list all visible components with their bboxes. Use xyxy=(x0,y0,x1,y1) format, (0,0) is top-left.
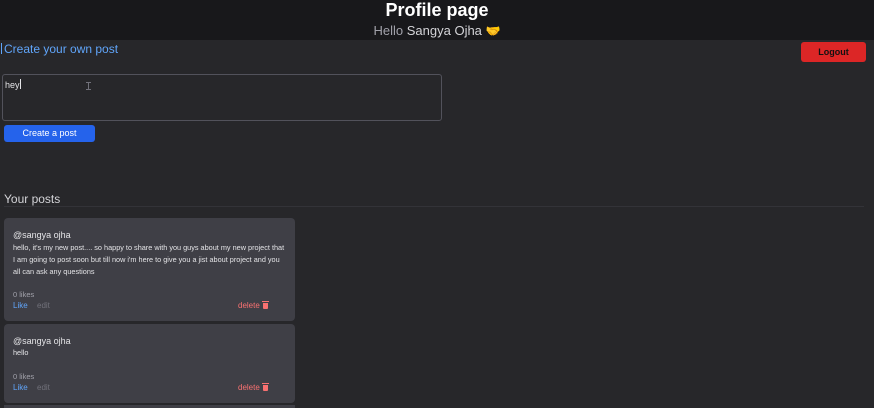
post-author: @sangya ojha xyxy=(13,336,71,346)
post-content-textarea[interactable]: hey xyxy=(2,74,442,121)
create-post-button[interactable]: Create a post xyxy=(4,125,95,142)
logout-button[interactable]: Logout xyxy=(801,42,866,62)
trash-icon xyxy=(261,301,269,309)
text-caret-icon xyxy=(19,79,21,89)
edit-link[interactable]: edit xyxy=(37,301,50,311)
post-card: @sangya ojha hello 0 likes Like edit del… xyxy=(4,324,295,403)
textarea-value: hey xyxy=(5,79,21,91)
textarea-value-text: hey xyxy=(5,80,20,90)
delete-label: delete xyxy=(238,383,260,392)
trash-icon xyxy=(261,383,269,391)
post-author: @sangya ojha xyxy=(13,230,71,240)
post-likes-count: 0 likes xyxy=(13,372,35,381)
greeting: Hello Sangya Ojha 🤝 xyxy=(0,23,874,39)
create-post-heading-text: Create your own post xyxy=(4,42,119,56)
section-divider xyxy=(4,206,864,207)
page-title: Profile page xyxy=(385,0,489,20)
your-posts-heading: Your posts xyxy=(4,192,61,206)
post-content: hello, it's my new post.... so happy to … xyxy=(13,243,285,276)
cursor-bar-icon xyxy=(1,43,2,54)
create-post-heading: Create your own post xyxy=(1,42,118,56)
i-beam-cursor-icon xyxy=(86,82,91,90)
user-name: Sangya Ojha xyxy=(406,23,482,38)
like-link[interactable]: Like xyxy=(13,301,28,311)
page-header: Profile page Hello Sangya Ojha 🤝 xyxy=(0,0,874,40)
post-likes-count: 0 likes xyxy=(13,290,35,299)
delete-label: delete xyxy=(238,301,260,310)
delete-button[interactable]: delete xyxy=(238,383,269,393)
post-content: hello xyxy=(13,348,29,357)
handshake-icon: 🤝 xyxy=(485,24,501,38)
delete-button[interactable]: delete xyxy=(238,301,269,311)
greeting-prefix: Hello xyxy=(373,23,404,38)
edit-link[interactable]: edit xyxy=(37,383,50,393)
post-card: @sangya ojha hello, it's my new post....… xyxy=(4,218,295,321)
like-link[interactable]: Like xyxy=(13,383,28,393)
